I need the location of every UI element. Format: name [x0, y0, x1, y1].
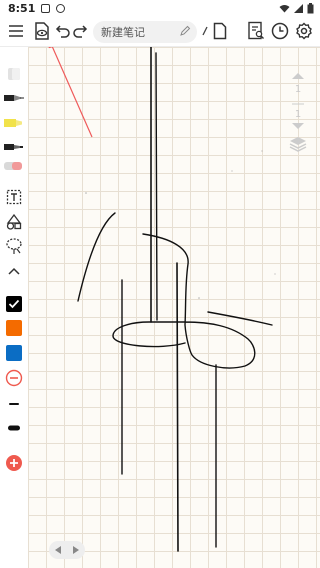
- fountain-pen-icon: [4, 95, 24, 101]
- gear-icon: [296, 22, 312, 40]
- status-bar: 8:51: [0, 0, 320, 16]
- edit-pencil-icon: [180, 25, 191, 36]
- stroke-width-thick[interactable]: [3, 417, 25, 439]
- eraser-page-tool[interactable]: [3, 63, 25, 85]
- history-button[interactable]: [268, 19, 292, 43]
- stroke-width-thin[interactable]: [3, 393, 25, 415]
- color-swatch-blue[interactable]: [3, 342, 25, 364]
- text-box-icon: [6, 189, 22, 205]
- top-toolbar: 新建笔记: [0, 16, 320, 47]
- redo-button[interactable]: [68, 19, 92, 43]
- total-page-number: 1: [294, 109, 302, 120]
- document-search-icon: [248, 21, 264, 40]
- redo-icon: [73, 25, 88, 38]
- next-page-icon[interactable]: [72, 545, 80, 555]
- hamburger-icon: [9, 25, 23, 37]
- page-divider-icon: [292, 103, 304, 105]
- page-navigator: 1 1: [286, 72, 310, 155]
- previous-page-icon[interactable]: [54, 545, 62, 555]
- signal-icon: [294, 3, 303, 13]
- thin-stroke-icon: [9, 403, 19, 405]
- shapes-icon: [6, 214, 22, 230]
- page-up-icon[interactable]: [291, 72, 305, 80]
- eraser-block-icon: [8, 68, 20, 80]
- bottom-page-nav: [49, 541, 85, 559]
- note-canvas[interactable]: [28, 47, 320, 568]
- battery-icon: [307, 2, 314, 13]
- thick-stroke-icon: [8, 425, 20, 431]
- wifi-icon: [279, 4, 290, 12]
- eye-document-icon: [35, 22, 49, 40]
- outline-button[interactable]: [244, 19, 268, 43]
- status-time: 8:51: [8, 1, 36, 15]
- highlighter-tool[interactable]: [3, 112, 25, 134]
- page-down-icon[interactable]: [291, 122, 305, 130]
- selected-swatch-black-icon: [6, 296, 22, 312]
- pen-tool[interactable]: [3, 87, 25, 109]
- chevron-up-icon: [8, 267, 20, 275]
- remove-color-button[interactable]: [3, 367, 25, 389]
- orange-swatch-icon: [6, 320, 22, 336]
- minus-circle-icon: [5, 369, 23, 387]
- settings-button[interactable]: [292, 19, 316, 43]
- eraser-icon: [4, 162, 22, 170]
- highlighter-icon: [4, 119, 22, 127]
- new-page-button[interactable]: [208, 19, 232, 43]
- lasso-tool[interactable]: [3, 235, 25, 257]
- notification-icon: [41, 3, 51, 13]
- text-tool[interactable]: [3, 186, 25, 208]
- shape-tool[interactable]: [3, 211, 25, 233]
- collapse-tools-button[interactable]: [3, 260, 25, 282]
- color-swatch-orange[interactable]: [3, 317, 25, 339]
- vpn-icon: [56, 3, 66, 13]
- handwritten-strokes: [48, 47, 276, 552]
- menu-button[interactable]: [4, 19, 28, 43]
- note-title-input[interactable]: 新建笔记: [93, 21, 197, 43]
- note-title-placeholder: 新建笔记: [101, 26, 145, 39]
- annotation-arrow: [48, 47, 93, 138]
- plus-circle-icon: [6, 455, 22, 471]
- page-icon: [213, 22, 227, 40]
- left-tool-panel: [0, 47, 29, 568]
- blue-swatch-icon: [6, 345, 22, 361]
- add-stroke-button[interactable]: [3, 452, 25, 474]
- current-page-number: 1: [294, 84, 302, 95]
- color-swatch-black[interactable]: [3, 293, 25, 315]
- eraser-tool[interactable]: [3, 155, 25, 177]
- layers-icon[interactable]: [289, 136, 307, 152]
- lasso-icon: [6, 238, 22, 254]
- marker-icon: [4, 144, 23, 150]
- clock-icon: [271, 22, 289, 40]
